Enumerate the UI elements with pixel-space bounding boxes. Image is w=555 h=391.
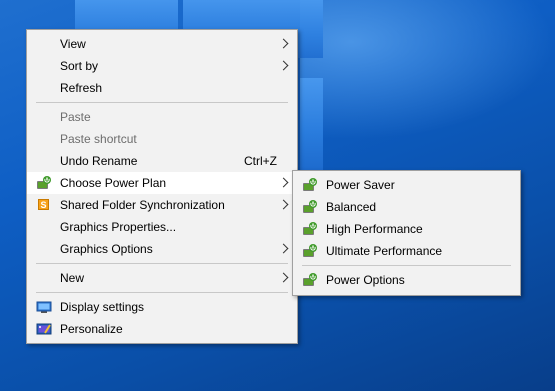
menu-item-label: Personalize — [60, 322, 123, 336]
menu-item-choose-power-plan[interactable]: Choose Power Plan — [27, 172, 297, 194]
menu-item-label: Undo Rename — [60, 154, 138, 168]
menu-item-label: Power Saver — [326, 178, 395, 192]
menu-item-new[interactable]: New — [27, 267, 297, 289]
menu-separator — [27, 260, 297, 267]
menu-item-label: Sort by — [60, 59, 99, 73]
menu-item-label: Balanced — [326, 200, 377, 214]
menu-item-label: Refresh — [60, 81, 103, 95]
desktop-glow — [300, 0, 555, 140]
menu-separator — [27, 99, 297, 106]
menu-item-label: Ultimate Performance — [326, 244, 443, 258]
menu-item-label: Paste shortcut — [60, 132, 137, 146]
submenu-item-power-options[interactable]: Power Options — [293, 269, 520, 291]
menu-item-label: View — [60, 37, 86, 51]
menu-item-undo-rename[interactable]: Undo Rename Ctrl+Z — [27, 150, 297, 172]
menu-item-label: Graphics Properties... — [60, 220, 177, 234]
submenu-item-balanced[interactable]: Balanced — [293, 196, 520, 218]
menu-item-label: Power Options — [326, 273, 405, 287]
menu-item-refresh[interactable]: Refresh — [27, 77, 297, 99]
windows-logo-pane — [300, 78, 323, 170]
menu-item-personalize[interactable]: Personalize — [27, 318, 297, 340]
menu-separator — [293, 262, 520, 269]
chevron-right-icon — [278, 199, 289, 210]
menu-item-view[interactable]: View — [27, 33, 297, 55]
menu-item-sort-by[interactable]: Sort by — [27, 55, 297, 77]
power-plan-icon — [303, 273, 317, 286]
menu-item-label: High Performance — [326, 222, 423, 236]
chevron-right-icon — [278, 272, 289, 283]
menu-item-paste[interactable]: Paste — [27, 106, 297, 128]
shared-folder-sync-icon: S — [38, 199, 49, 210]
power-plan-submenu: Power Saver Balanced High Performance Ul… — [292, 170, 521, 296]
menu-separator — [27, 289, 297, 296]
menu-item-label: Display settings — [60, 300, 145, 314]
shortcut-key-label: Ctrl+Z — [244, 154, 277, 168]
menu-item-label: Paste — [60, 110, 91, 124]
display-settings-icon — [36, 301, 52, 313]
desktop-context-menu: View Sort by Refresh Paste Paste shortcu… — [26, 29, 298, 344]
power-plan-icon — [37, 176, 51, 189]
submenu-item-ultimate-performance[interactable]: Ultimate Performance — [293, 240, 520, 262]
chevron-right-icon — [278, 38, 289, 49]
power-plan-icon — [303, 222, 317, 235]
chevron-right-icon — [278, 243, 289, 254]
submenu-item-high-performance[interactable]: High Performance — [293, 218, 520, 240]
menu-item-graphics-properties[interactable]: Graphics Properties... — [27, 216, 297, 238]
menu-item-paste-shortcut[interactable]: Paste shortcut — [27, 128, 297, 150]
menu-item-label: New — [60, 271, 85, 285]
menu-item-label: Shared Folder Synchronization — [60, 198, 225, 212]
power-plan-icon — [303, 178, 317, 191]
menu-item-display-settings[interactable]: Display settings — [27, 296, 297, 318]
menu-item-label: Choose Power Plan — [60, 176, 167, 190]
power-plan-icon — [303, 244, 317, 257]
menu-item-label: Graphics Options — [60, 242, 153, 256]
submenu-item-power-saver[interactable]: Power Saver — [293, 174, 520, 196]
chevron-right-icon — [278, 60, 289, 71]
chevron-right-icon — [278, 177, 289, 188]
menu-item-shared-folder-sync[interactable]: S Shared Folder Synchronization — [27, 194, 297, 216]
personalize-icon — [36, 323, 52, 335]
menu-item-graphics-options[interactable]: Graphics Options — [27, 238, 297, 260]
power-plan-icon — [303, 200, 317, 213]
